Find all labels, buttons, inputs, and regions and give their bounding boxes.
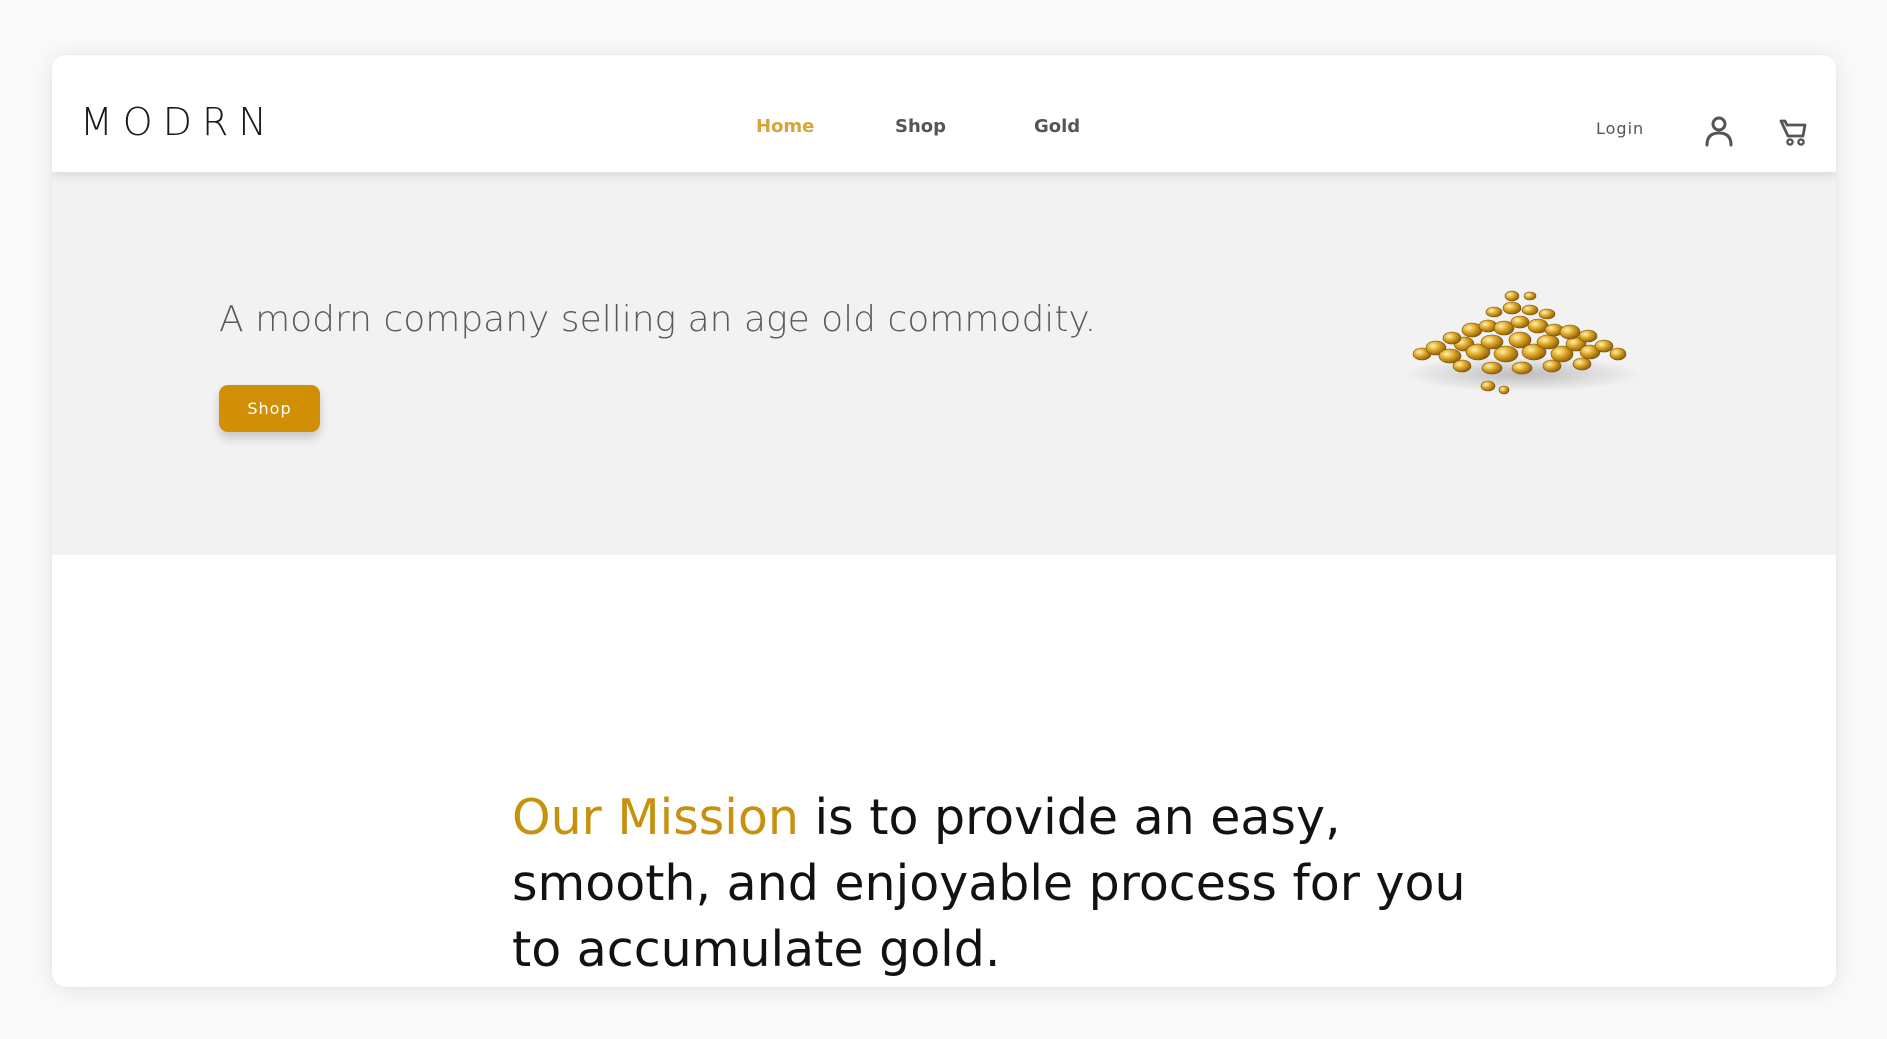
mission-highlight: Our Mission (512, 789, 799, 846)
gold-granules-image (1402, 290, 1642, 395)
nav-item-home[interactable]: Home (756, 118, 814, 136)
login-link[interactable]: Login (1596, 121, 1644, 137)
nav-item-gold[interactable]: Gold (1034, 118, 1080, 136)
nav-item-shop[interactable]: Shop (895, 118, 946, 136)
browser-page: MODRN Home Shop Gold Login A modrn compa… (52, 55, 1836, 987)
cart-icon[interactable] (1779, 117, 1809, 147)
mission-statement: Our Mission is to provide an easy, smoot… (512, 785, 1512, 983)
navbar: MODRN Home Shop Gold Login (52, 55, 1836, 172)
brand-logo[interactable]: MODRN (80, 103, 277, 141)
hero-headline: A modrn company selling an age old commo… (219, 299, 1097, 340)
shop-button[interactable]: Shop (219, 385, 320, 432)
user-icon[interactable] (1704, 115, 1734, 147)
hero-section: A modrn company selling an age old commo… (52, 172, 1836, 555)
